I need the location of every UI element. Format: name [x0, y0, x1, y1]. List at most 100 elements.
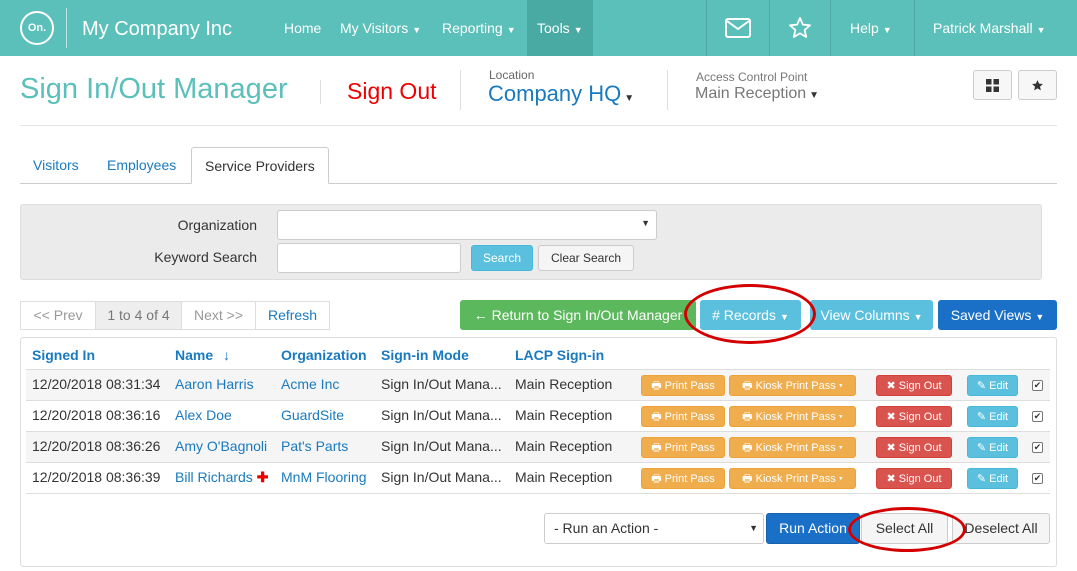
location-selector[interactable]: Company HQ ▼ — [488, 81, 634, 107]
nav-tools[interactable]: Tools ▼ — [527, 0, 593, 56]
sign-out-link[interactable]: Sign Out — [347, 78, 437, 105]
nav-help[interactable]: Help ▼ — [840, 0, 902, 56]
user-menu[interactable]: Patrick Marshall ▼ — [923, 0, 1056, 56]
star-icon — [789, 17, 811, 38]
prev-page-button[interactable]: << Prev — [20, 301, 96, 330]
kiosk-print-pass-button[interactable]: 🖶 Kiosk Print Pass ▾ — [729, 375, 856, 396]
row-checkbox[interactable]: ✔ — [1032, 411, 1043, 422]
name-link[interactable]: Amy O'Bagnoli — [175, 438, 267, 454]
row-sign-out-label: Sign Out — [898, 442, 942, 454]
run-action-select[interactable]: - Run an Action - ▼ — [544, 513, 764, 544]
search-button[interactable]: Search — [471, 245, 533, 271]
signed-in-cell: 12/20/2018 08:36:16 — [32, 407, 161, 423]
name-link[interactable]: Alex Doe — [175, 407, 232, 423]
edit-button[interactable]: ✎ Edit — [967, 406, 1018, 427]
table-row: 12/20/2018 08:36:16 Alex Doe GuardSite S… — [26, 400, 1050, 431]
edit-button[interactable]: ✎ Edit — [967, 468, 1018, 489]
edit-label: Edit — [989, 380, 1009, 392]
nav-reporting[interactable]: Reporting ▼ — [432, 0, 526, 56]
header-rule — [20, 125, 1057, 126]
table-row: 12/20/2018 08:31:34 Aaron Harris Acme In… — [26, 369, 1050, 400]
print-pass-button[interactable]: 🖶 Print Pass — [641, 406, 725, 427]
refresh-button[interactable]: Refresh — [255, 301, 330, 330]
times-circle-icon: ✖ — [886, 442, 896, 454]
row-sign-out-button[interactable]: ✖ Sign Out — [876, 468, 952, 489]
favorites-button[interactable] — [770, 0, 830, 56]
caret-down-icon: ▾ — [838, 442, 843, 454]
signin-mode-cell: Sign In/Out Mana... — [381, 407, 502, 423]
caret-down-icon: ▼ — [1035, 312, 1045, 322]
nav-home[interactable]: Home — [274, 0, 331, 56]
col-signin-mode[interactable]: Sign-in Mode — [381, 347, 469, 363]
row-checkbox[interactable]: ✔ — [1032, 442, 1043, 453]
filter-panel: Organization ▼ Keyword Search Search Cle… — [20, 204, 1042, 280]
name-link[interactable]: Bill Richards — [175, 469, 253, 485]
row-sign-out-button[interactable]: ✖ Sign Out — [876, 437, 952, 458]
company-logo-icon[interactable]: On. — [20, 11, 54, 45]
grid-view-button[interactable] — [973, 70, 1012, 100]
kiosk-print-pass-button[interactable]: 🖶 Kiosk Print Pass ▾ — [729, 437, 856, 458]
organization-link[interactable]: Acme Inc — [281, 376, 339, 392]
tab-visitors[interactable]: Visitors — [20, 147, 92, 184]
brand-divider — [66, 8, 67, 48]
next-page-button[interactable]: Next >> — [181, 301, 256, 330]
col-name-label: Name — [175, 347, 214, 363]
messages-button[interactable] — [707, 0, 769, 56]
nav-divider — [914, 0, 915, 56]
row-checkbox[interactable]: ✔ — [1032, 473, 1043, 484]
print-icon: 🖶 — [742, 442, 753, 454]
print-pass-button[interactable]: 🖶 Print Pass — [641, 437, 725, 458]
col-name[interactable]: Name ↓ — [175, 347, 230, 363]
kiosk-print-pass-button[interactable]: 🖶 Kiosk Print Pass ▾ — [729, 468, 856, 489]
acp-selector[interactable]: Main Reception ▼ — [695, 85, 819, 103]
brand-name[interactable]: My Company Inc — [82, 18, 232, 41]
caret-down-icon: ▼ — [913, 312, 923, 322]
col-organization[interactable]: Organization — [281, 347, 367, 363]
organization-label: Organization — [177, 217, 257, 233]
edit-button[interactable]: ✎ Edit — [967, 437, 1018, 458]
page-range: 1 to 4 of 4 — [95, 301, 182, 330]
keyword-input[interactable] — [277, 243, 461, 273]
row-sign-out-button[interactable]: ✖ Sign Out — [876, 375, 952, 396]
edit-button[interactable]: ✎ Edit — [967, 375, 1018, 396]
view-columns-dropdown[interactable]: View Columns ▼ — [810, 300, 933, 330]
organization-link[interactable]: GuardSite — [281, 407, 344, 423]
signed-in-cell: 12/20/2018 08:36:39 — [32, 469, 161, 485]
lacp-cell: Main Reception — [515, 438, 613, 454]
kiosk-print-pass-label: Kiosk Print Pass — [755, 411, 836, 423]
print-pass-button[interactable]: 🖶 Print Pass — [641, 375, 725, 396]
table-row: 12/20/2018 08:36:39 Bill Richards ✚ MnM … — [26, 462, 1050, 493]
times-circle-icon: ✖ — [886, 411, 896, 423]
lacp-cell: Main Reception — [515, 376, 613, 392]
organization-select[interactable]: ▼ — [277, 210, 657, 240]
nav-my-visitors[interactable]: My Visitors ▼ — [330, 0, 431, 56]
row-checkbox[interactable]: ✔ — [1032, 380, 1043, 391]
saved-views-dropdown[interactable]: Saved Views ▼ — [938, 300, 1057, 330]
col-lacp-signin[interactable]: LACP Sign-in — [515, 347, 604, 363]
tab-service-providers[interactable]: Service Providers — [191, 147, 329, 184]
kiosk-print-pass-button[interactable]: 🖶 Kiosk Print Pass ▾ — [729, 406, 856, 427]
clear-search-button[interactable]: Clear Search — [538, 245, 634, 271]
print-pass-button[interactable]: 🖶 Print Pass — [641, 468, 725, 489]
caret-down-icon: ▼ — [882, 25, 892, 35]
row-sign-out-button[interactable]: ✖ Sign Out — [876, 406, 952, 427]
favorite-page-button[interactable] — [1018, 70, 1057, 100]
deselect-all-button[interactable]: Deselect All — [952, 513, 1050, 544]
caret-down-icon: ▼ — [809, 90, 820, 101]
run-action-button[interactable]: Run Action — [766, 513, 860, 544]
print-icon: 🖶 — [742, 473, 753, 485]
organization-link[interactable]: MnM Flooring — [281, 469, 367, 485]
caret-down-icon: ▼ — [641, 218, 650, 228]
nav-my-visitors-label: My Visitors — [340, 20, 409, 36]
row-sign-out-label: Sign Out — [898, 411, 942, 423]
caret-down-icon: ▼ — [506, 25, 516, 35]
signin-mode-cell: Sign In/Out Mana... — [381, 469, 502, 485]
name-link[interactable]: Aaron Harris — [175, 376, 254, 392]
organization-link[interactable]: Pat's Parts — [281, 438, 348, 454]
header-divider — [460, 70, 461, 110]
col-signed-in[interactable]: Signed In — [32, 347, 95, 363]
nav-tools-label: Tools — [537, 20, 570, 36]
return-button[interactable]: ← Return to Sign In/Out Manager — [460, 300, 696, 330]
tab-employees[interactable]: Employees — [94, 147, 189, 184]
lacp-cell: Main Reception — [515, 407, 613, 423]
